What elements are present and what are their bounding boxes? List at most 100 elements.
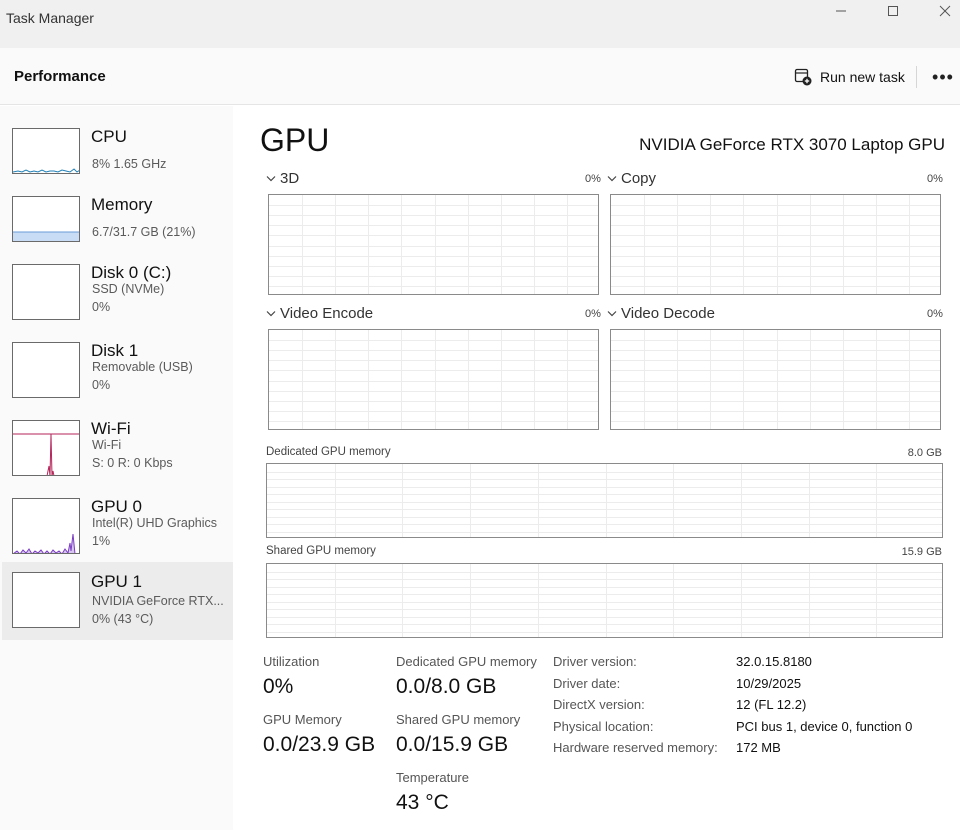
run-task-icon [794, 68, 812, 86]
graph-grid [267, 464, 942, 537]
engine-selector-copy[interactable]: Copy [607, 170, 656, 187]
engine-graph-video-encode [268, 329, 599, 430]
wifi-mini-graph [13, 433, 79, 475]
memory-mini-graph [13, 231, 79, 241]
engine-name: 3D [280, 170, 300, 187]
graph-grid [267, 564, 942, 637]
dedicated-memory-graph [266, 463, 943, 538]
sidebar: CPU 8% 1.65 GHz Memory 6.7/31.7 GB (21%)… [0, 106, 233, 830]
gpu-0-thumbnail [12, 498, 80, 554]
sidebar-item-gpu-0[interactable]: GPU 0 Intel(R) UHD Graphics 1% [2, 486, 233, 564]
sidebar-item-name: GPU 0 [91, 497, 143, 516]
gpu-0-mini-graph [13, 533, 76, 553]
engine-graph-3d [268, 194, 599, 295]
dedicated-memory-label: Dedicated GPU memory [396, 654, 537, 669]
utilization-value: 0% [263, 675, 294, 698]
sidebar-item-cpu[interactable]: CPU 8% 1.65 GHz [2, 116, 233, 194]
memory-thumbnail [12, 196, 80, 242]
disk-0-mini-graph [13, 265, 80, 320]
sidebar-item-disk-0[interactable]: Disk 0 (C:) SSD (NVMe) 0% [2, 252, 233, 330]
sidebar-item-wifi[interactable]: Wi-Fi Wi-Fi S: 0 R: 0 Kbps [2, 408, 233, 486]
cpu-thumbnail [12, 128, 80, 174]
gpu-memory-label: GPU Memory [263, 712, 342, 727]
more-options-button[interactable]: ••• [928, 62, 958, 92]
shared-memory-label: Shared GPU memory [396, 712, 521, 727]
window-title: Task Manager [6, 10, 94, 26]
sidebar-item-detail: Wi-Fi [92, 438, 122, 452]
disk-1-thumbnail [12, 342, 80, 398]
engine-graph-video-decode [610, 329, 941, 430]
graph-grid [269, 195, 598, 294]
engine-percent: 0% [585, 173, 601, 185]
sidebar-item-memory[interactable]: Memory 6.7/31.7 GB (21%) [2, 184, 233, 262]
sidebar-item-name: CPU [91, 127, 127, 146]
driver-date-label: Driver date: [553, 676, 621, 691]
driver-date-value: 10/29/2025 [736, 676, 802, 691]
close-icon [939, 5, 951, 17]
sidebar-item-detail: Removable (USB) [92, 360, 193, 374]
sidebar-item-usage: S: 0 R: 0 Kbps [92, 456, 173, 470]
maximize-button[interactable] [870, 0, 916, 22]
engine-graph-copy [610, 194, 941, 295]
maximize-icon [888, 6, 898, 16]
sidebar-item-name: GPU 1 [91, 572, 143, 591]
close-button[interactable] [922, 0, 960, 22]
minimize-button[interactable] [818, 0, 864, 22]
disk-0-thumbnail [12, 264, 80, 320]
hardware-reserved-memory-value: 172 MB [736, 740, 781, 755]
engine-name: Video Encode [280, 305, 374, 322]
sidebar-item-detail: NVIDIA GeForce RTX... [92, 594, 224, 608]
page-header: Performance Run new task ••• [0, 48, 960, 105]
sidebar-item-disk-1[interactable]: Disk 1 Removable (USB) 0% [2, 330, 233, 408]
dedicated-memory-graph-label: Dedicated GPU memory [266, 446, 391, 458]
sidebar-item-name: Memory [91, 195, 153, 214]
sidebar-item-gpu-1[interactable]: GPU 1 NVIDIA GeForce RTX... 0% (43 °C) [2, 562, 233, 640]
dedicated-memory-graph-max: 8.0 GB [907, 447, 942, 459]
sidebar-item-name: Wi-Fi [91, 419, 131, 438]
gpu-heading: GPU [260, 122, 330, 158]
chevron-down-icon [607, 175, 617, 181]
run-new-task-button[interactable]: Run new task [788, 62, 911, 92]
hardware-reserved-memory-label: Hardware reserved memory: [553, 740, 718, 755]
engine-selector-video-decode[interactable]: Video Decode [607, 305, 715, 322]
temperature-value: 43 °C [396, 791, 449, 814]
physical-location-label: Physical location: [553, 719, 654, 734]
directx-version-value: 12 (FL 12.2) [736, 697, 807, 712]
sidebar-item-detail: 8% 1.65 GHz [92, 157, 167, 171]
engine-selector-3d[interactable]: 3D [266, 170, 299, 187]
sidebar-item-usage: 0% [92, 300, 111, 314]
more-icon: ••• [932, 66, 954, 87]
sidebar-item-detail: Intel(R) UHD Graphics [92, 516, 218, 530]
page-title: Performance [14, 68, 106, 85]
graph-grid [611, 330, 940, 429]
chevron-down-icon [266, 175, 276, 181]
minimize-icon [836, 10, 846, 12]
sidebar-item-name: Disk 1 [91, 341, 139, 360]
driver-version-value: 32.0.15.8180 [736, 654, 812, 669]
driver-version-label: Driver version: [553, 654, 637, 669]
sidebar-item-detail: 6.7/31.7 GB (21%) [92, 225, 196, 239]
wifi-thumbnail [12, 420, 80, 476]
sidebar-item-usage: 0% [92, 378, 111, 392]
cpu-mini-graph [13, 168, 79, 173]
sidebar-item-detail: SSD (NVMe) [92, 282, 165, 296]
gpu-model-name: NVIDIA GeForce RTX 3070 Laptop GPU [639, 135, 945, 154]
engine-percent: 0% [927, 308, 943, 320]
gpu-details-panel: GPU NVIDIA GeForce RTX 3070 Laptop GPU 3… [233, 106, 960, 830]
shared-memory-graph-max: 15.9 GB [901, 546, 942, 558]
chevron-down-icon [266, 310, 276, 316]
engine-name: Copy [621, 170, 657, 187]
engine-percent: 0% [585, 308, 601, 320]
utilization-label: Utilization [263, 654, 320, 669]
shared-memory-graph-label: Shared GPU memory [266, 545, 376, 557]
engine-selector-video-encode[interactable]: Video Encode [266, 305, 373, 322]
sidebar-item-name: Disk 0 (C:) [91, 263, 172, 282]
temperature-label: Temperature [396, 770, 469, 785]
sidebar-item-usage: 1% [92, 534, 111, 548]
title-bar: Task Manager [0, 0, 960, 48]
physical-location-value: PCI bus 1, device 0, function 0 [736, 719, 913, 734]
shared-memory-graph [266, 563, 943, 638]
sidebar-item-usage: 0% (43 °C) [92, 612, 154, 626]
header-divider [916, 66, 917, 88]
chevron-down-icon [607, 310, 617, 316]
